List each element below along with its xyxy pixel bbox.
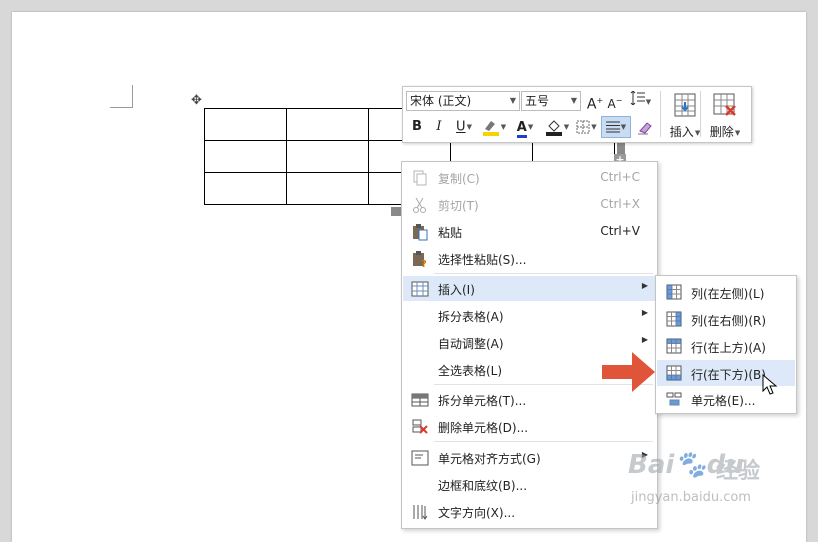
chevron-down-icon: ▼	[645, 97, 652, 106]
align-justify-icon	[605, 121, 620, 133]
menu-item-paste-special[interactable]: ? 选择性粘贴(S)...	[403, 246, 656, 271]
chevron-down-icon: ▼	[527, 123, 534, 131]
menu-item-shortcut: Ctrl+X	[600, 197, 640, 211]
italic-button[interactable]: I	[430, 117, 448, 137]
submenu-item-row-above[interactable]: 行(在上方)(A)	[657, 333, 795, 359]
menu-item-shortcut: Ctrl+V	[600, 224, 640, 238]
submenu-item-col-left[interactable]: 列(在左侧)(L)	[657, 279, 795, 305]
submenu-item-label: 单元格(E)...	[691, 394, 756, 408]
chevron-down-icon: ▼	[563, 123, 570, 131]
delete-label: 删除▼	[709, 125, 741, 139]
submenu-item-label: 列(在右侧)(R)	[691, 314, 767, 328]
insert-row-below-icon	[666, 365, 682, 381]
baidu-jingyan-watermark: Bai🐾du 经验 jingyan.baidu.com	[613, 450, 783, 510]
highlight-color-button[interactable]: ▼	[479, 117, 509, 137]
menu-separator	[434, 273, 653, 274]
menu-separator	[434, 441, 653, 442]
menu-item-copy[interactable]: 复制(C) Ctrl+C	[403, 165, 656, 190]
menu-item-label: 复制(C)	[438, 172, 480, 186]
line-spacing-icon	[630, 90, 645, 106]
menu-item-shortcut: Ctrl+C	[600, 170, 640, 184]
floating-format-toolbar: 宋体 (正文) ▼ 五号 ▼ A+ A− ▼ B I U▼ ▼ A▼ ▼ ▼ ▼…	[402, 86, 752, 143]
paste-icon	[413, 224, 428, 241]
delete-cells-icon	[412, 419, 428, 434]
submenu-item-label: 行(在下方)(B)	[691, 368, 766, 382]
mouse-cursor-icon	[762, 374, 778, 395]
chevron-down-icon: ▼	[620, 123, 627, 131]
menu-item-paste[interactable]: 粘贴 Ctrl+V	[403, 219, 656, 244]
chevron-down-icon: ▼	[500, 123, 507, 131]
text-direction-icon	[413, 505, 428, 520]
submenu-arrow-icon: ▶	[641, 308, 648, 317]
menu-item-label: 边框和底纹(B)...	[438, 479, 528, 493]
chevron-down-icon: ▼	[466, 123, 472, 131]
underline-icon: U	[456, 119, 466, 135]
grow-font-button[interactable]: A+	[586, 91, 604, 113]
menu-item-label: 自动调整(A)	[438, 337, 504, 351]
font-color-button[interactable]: A▼	[511, 117, 539, 138]
menu-item-label: 插入(I)	[438, 283, 475, 297]
borders-button[interactable]: ▼	[573, 117, 600, 137]
menu-item-label: 拆分表格(A)	[438, 310, 504, 324]
paint-bucket-icon	[545, 120, 562, 136]
line-spacing-button[interactable]: ▼	[627, 90, 653, 111]
insert-row-above-icon	[666, 338, 682, 354]
menu-item-label: 文字方向(X)...	[438, 506, 516, 520]
insert-col-right-icon	[666, 311, 682, 327]
svg-text:?: ?	[421, 259, 427, 268]
font-name-select[interactable]: 宋体 (正文) ▼	[406, 91, 520, 111]
insert-col-left-icon	[666, 284, 682, 300]
paste-special-icon: ?	[413, 251, 427, 268]
submenu-item-label: 行(在上方)(A)	[691, 341, 766, 355]
chevron-down-icon: ▼	[570, 96, 577, 105]
watermark-url: jingyan.baidu.com	[631, 490, 751, 505]
menu-item-delete-cells[interactable]: 删除单元格(D)...	[403, 414, 656, 439]
scissors-icon	[413, 197, 426, 213]
fill-color-button[interactable]: ▼	[542, 117, 572, 137]
highlighter-icon	[482, 121, 499, 136]
shrink-font-button[interactable]: A−	[606, 91, 624, 111]
font-color-icon: A	[516, 120, 527, 138]
align-button[interactable]: ▼	[601, 116, 631, 138]
table-delete-button[interactable]: 删除▼	[700, 90, 750, 139]
submenu-item-label: 列(在左侧)(L)	[691, 287, 765, 301]
split-cells-icon	[411, 393, 429, 407]
menu-item-label: 选择性粘贴(S)...	[438, 253, 527, 267]
shrink-font-icon: A	[607, 97, 616, 111]
clear-format-button[interactable]	[635, 117, 655, 137]
menu-item-label: 剪切(T)	[438, 199, 479, 213]
menu-item-label: 单元格对齐方式(G)	[438, 452, 541, 466]
grow-font-icon: A	[586, 96, 597, 113]
menu-item-label: 粘贴	[438, 226, 463, 240]
borders-icon	[576, 120, 590, 134]
menu-item-split-table[interactable]: 拆分表格(A) ▶	[403, 303, 656, 328]
submenu-arrow-icon: ▶	[641, 281, 648, 290]
font-name-value: 宋体 (正文)	[410, 94, 472, 108]
chevron-down-icon: ▼	[509, 96, 516, 105]
underline-button[interactable]: U▼	[451, 117, 477, 137]
menu-item-insert[interactable]: 插入(I) ▶	[403, 276, 656, 301]
font-size-value: 五号	[525, 94, 550, 108]
bold-button[interactable]: B	[407, 117, 427, 137]
submenu-item-col-right[interactable]: 列(在右侧)(R)	[657, 306, 795, 332]
eraser-icon	[638, 121, 652, 134]
margin-corner-mark	[110, 85, 133, 108]
cell-align-icon	[411, 450, 429, 466]
insert-cell-icon	[666, 392, 682, 406]
chevron-down-icon: ▼	[591, 123, 597, 131]
table-icon	[411, 281, 429, 297]
table-delete-icon	[713, 93, 736, 116]
font-size-select[interactable]: 五号 ▼	[521, 91, 581, 111]
table-insert-icon	[674, 93, 696, 117]
menu-item-cut[interactable]: 剪切(T) Ctrl+X	[403, 192, 656, 217]
submenu-arrow-icon: ▶	[641, 335, 648, 344]
table-move-handle-icon[interactable]: ✥	[191, 94, 202, 107]
copy-icon	[413, 170, 427, 186]
watermark-brand: 经验	[716, 459, 761, 484]
menu-item-label: 删除单元格(D)...	[438, 421, 529, 435]
menu-item-label: 全选表格(L)	[438, 364, 503, 378]
chevron-down-icon: ▼	[734, 128, 741, 137]
annotation-arrow-icon	[602, 352, 655, 392]
menu-item-label: 拆分单元格(T)...	[438, 394, 527, 408]
